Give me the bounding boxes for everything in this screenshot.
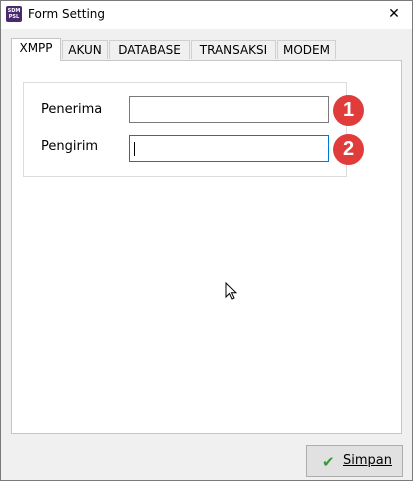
check-icon: ✔ xyxy=(322,453,335,471)
simpan-button[interactable]: ✔ Simpan xyxy=(306,445,403,477)
tab-modem[interactable]: MODEM xyxy=(277,40,336,59)
xmpp-group-box: Penerima Pengirim xyxy=(23,82,347,177)
mouse-pointer-icon xyxy=(225,281,238,304)
tab-panel-xmpp: Penerima Pengirim 1 2 xyxy=(11,60,402,434)
annotation-badge-2: 2 xyxy=(333,134,364,165)
title-bar[interactable]: SDM PSL Form Setting ✕ xyxy=(1,1,412,29)
tab-database[interactable]: DATABASE xyxy=(109,40,190,59)
close-icon[interactable]: ✕ xyxy=(382,3,406,25)
pengirim-label: Pengirim xyxy=(41,139,99,154)
penerima-input[interactable] xyxy=(129,96,329,123)
text-caret xyxy=(134,142,135,156)
tab-transaksi[interactable]: TRANSAKSI xyxy=(191,40,276,59)
annotation-badge-1: 1 xyxy=(333,95,364,126)
tab-akun[interactable]: AKUN xyxy=(62,40,108,59)
app-icon: SDM PSL xyxy=(6,6,22,22)
penerima-label: Penerima xyxy=(41,102,103,117)
form-setting-window: SDM PSL Form Setting ✕ XMPP AKUN DATABAS… xyxy=(0,0,413,481)
window-title: Form Setting xyxy=(28,7,106,21)
pengirim-input[interactable] xyxy=(129,135,329,162)
simpan-label: Simpan xyxy=(343,453,392,468)
tab-xmpp[interactable]: XMPP xyxy=(11,38,61,61)
